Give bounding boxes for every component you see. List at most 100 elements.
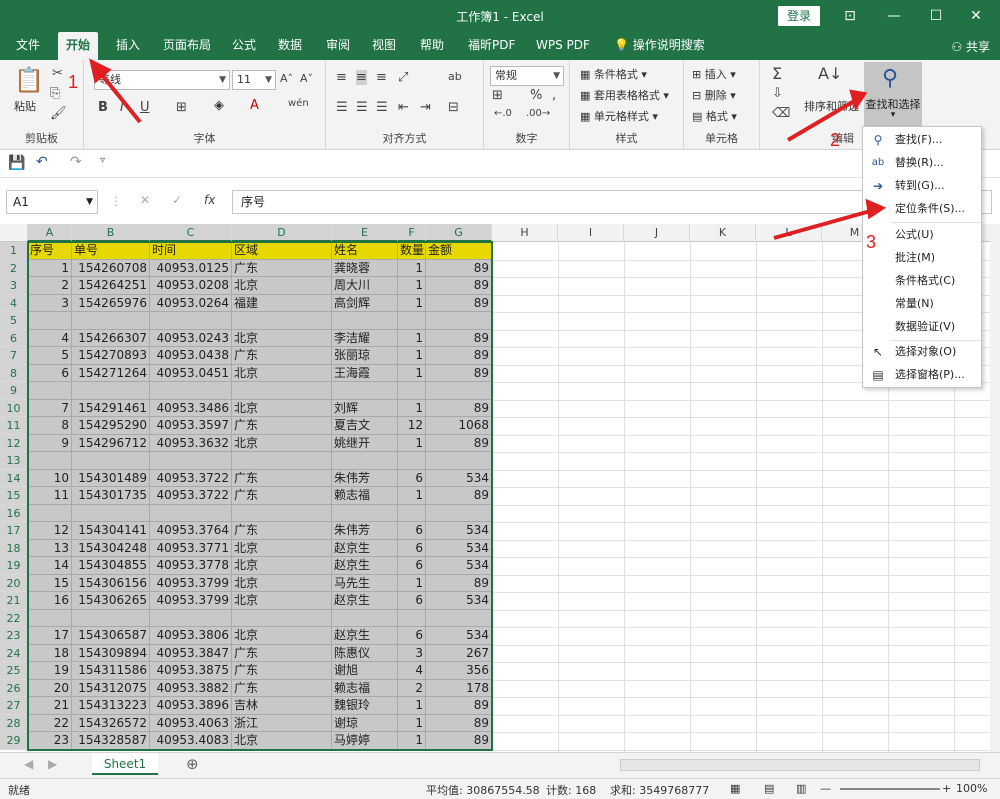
sort-filter-icon[interactable]: A↓ [818, 64, 842, 83]
menu-item-data-validation[interactable]: 数据验证(V) [863, 316, 981, 338]
horizontal-scrollbar[interactable] [620, 759, 980, 771]
table-cell[interactable]: 1 [398, 364, 426, 382]
table-cell[interactable] [232, 609, 332, 627]
table-cell[interactable]: 福建 [232, 294, 332, 312]
table-cell[interactable]: 154304248 [72, 539, 150, 557]
table-cell[interactable]: 赵京生 [332, 539, 398, 557]
table-cell[interactable]: 40953.3632 [150, 434, 232, 452]
find-select-button[interactable]: ⚲ 查找和选择 ▾ [864, 62, 922, 126]
table-cell[interactable]: 154312075 [72, 679, 150, 697]
table-cell[interactable]: 154266307 [72, 329, 150, 347]
table-cell[interactable]: 10 [28, 469, 72, 487]
row-header[interactable]: 6 [0, 329, 28, 347]
table-cell[interactable]: 1 [398, 277, 426, 295]
table-cell[interactable]: 40953.3896 [150, 697, 232, 715]
align-middle-icon[interactable]: ≡ [356, 70, 367, 85]
table-cell[interactable]: 北京 [232, 364, 332, 382]
table-cell[interactable]: 40953.3722 [150, 487, 232, 505]
table-cell[interactable]: 11 [28, 487, 72, 505]
table-cell[interactable]: 广东 [232, 644, 332, 662]
row-header[interactable]: 16 [0, 504, 28, 522]
align-bottom-icon[interactable]: ≡ [376, 70, 387, 85]
table-cell[interactable]: 40953.3799 [150, 574, 232, 592]
border-icon[interactable]: ⊞ [176, 100, 187, 115]
table-cell[interactable]: 龚晓蓉 [332, 259, 398, 277]
menu-item-replace[interactable]: ab 替换(R)... [863, 152, 981, 174]
table-cell[interactable]: 89 [426, 364, 492, 382]
table-cell[interactable] [398, 382, 426, 400]
table-cell[interactable]: 40953.3771 [150, 539, 232, 557]
table-cell[interactable]: 40953.0208 [150, 277, 232, 295]
column-header[interactable]: L [756, 224, 822, 242]
underline-button[interactable]: U [140, 100, 150, 115]
table-cell[interactable]: 周大川 [332, 277, 398, 295]
table-cell[interactable]: 15 [28, 574, 72, 592]
tab-page-layout[interactable]: 页面布局 [155, 32, 219, 60]
table-cell[interactable]: 20 [28, 679, 72, 697]
table-header-cell[interactable]: 姓名 [332, 242, 398, 260]
table-cell[interactable]: 40953.0264 [150, 294, 232, 312]
table-cell[interactable]: 154295290 [72, 417, 150, 435]
undo-icon[interactable]: ↶ [36, 154, 48, 170]
table-cell[interactable]: 89 [426, 697, 492, 715]
customize-qat-icon[interactable]: ▿ [100, 155, 105, 166]
table-cell[interactable]: 1 [398, 329, 426, 347]
row-header[interactable]: 26 [0, 679, 28, 697]
number-format-select[interactable]: 常规 ▼ [490, 66, 564, 86]
table-header-cell[interactable]: 区域 [232, 242, 332, 260]
table-cell[interactable]: 40953.3799 [150, 592, 232, 610]
table-cell[interactable]: 赵京生 [332, 627, 398, 645]
table-cell[interactable]: 1 [398, 434, 426, 452]
table-cell[interactable] [232, 312, 332, 330]
row-header[interactable]: 19 [0, 557, 28, 575]
orientation-icon[interactable]: ⤢ [398, 70, 408, 85]
maximize-icon[interactable]: ☐ [924, 4, 948, 28]
table-cell[interactable] [232, 452, 332, 470]
table-cell[interactable]: 广东 [232, 662, 332, 680]
save-icon[interactable]: 💾 [8, 155, 25, 171]
table-cell[interactable]: 154260708 [72, 259, 150, 277]
tab-home[interactable]: 开始 [58, 32, 99, 60]
table-cell[interactable]: 14 [28, 557, 72, 575]
login-button[interactable]: 登录 [778, 6, 820, 26]
table-header-cell[interactable]: 金额 [426, 242, 492, 260]
row-header[interactable]: 29 [0, 732, 28, 750]
wrap-text-icon[interactable]: ab [448, 70, 462, 83]
table-cell[interactable]: 154291461 [72, 399, 150, 417]
table-cell[interactable]: 154304141 [72, 522, 150, 540]
table-cell[interactable]: 谢旭 [332, 662, 398, 680]
table-cell[interactable]: 154326572 [72, 714, 150, 732]
table-cell[interactable]: 马先生 [332, 574, 398, 592]
table-cell[interactable]: 广东 [232, 522, 332, 540]
table-cell[interactable]: 广东 [232, 679, 332, 697]
table-cell[interactable]: 1 [398, 697, 426, 715]
menu-item-selection-pane[interactable]: ▤ 选择窗格(P)... [863, 364, 981, 386]
table-cell[interactable]: 154304855 [72, 557, 150, 575]
table-cell[interactable]: 广东 [232, 347, 332, 365]
table-cell[interactable]: 3 [398, 644, 426, 662]
row-header[interactable]: 5 [0, 312, 28, 330]
tab-formulas[interactable]: 公式 [224, 32, 264, 60]
indent-decrease-icon[interactable]: ⇤ [398, 100, 409, 115]
tab-review[interactable]: 审阅 [318, 32, 358, 60]
zoom-slider[interactable] [840, 788, 940, 790]
row-header[interactable]: 23 [0, 627, 28, 645]
align-top-icon[interactable]: ≡ [336, 70, 347, 85]
percent-button[interactable]: % [530, 88, 542, 103]
table-cell[interactable] [332, 452, 398, 470]
table-cell[interactable]: 广东 [232, 487, 332, 505]
row-header[interactable]: 28 [0, 714, 28, 732]
table-cell[interactable]: 40953.3722 [150, 469, 232, 487]
row-header[interactable]: 10 [0, 399, 28, 417]
column-header[interactable]: D [232, 224, 332, 242]
row-header[interactable]: 17 [0, 522, 28, 540]
table-cell[interactable] [150, 382, 232, 400]
insert-function-icon[interactable]: fx [204, 193, 215, 207]
table-cell[interactable]: 23 [28, 732, 72, 750]
table-cell[interactable] [426, 312, 492, 330]
table-cell[interactable]: 40953.3875 [150, 662, 232, 680]
menu-item-goto[interactable]: ➔ 转到(G)... [863, 175, 981, 197]
table-cell[interactable]: 154265976 [72, 294, 150, 312]
table-cell[interactable] [28, 312, 72, 330]
table-cell[interactable]: 6 [398, 539, 426, 557]
